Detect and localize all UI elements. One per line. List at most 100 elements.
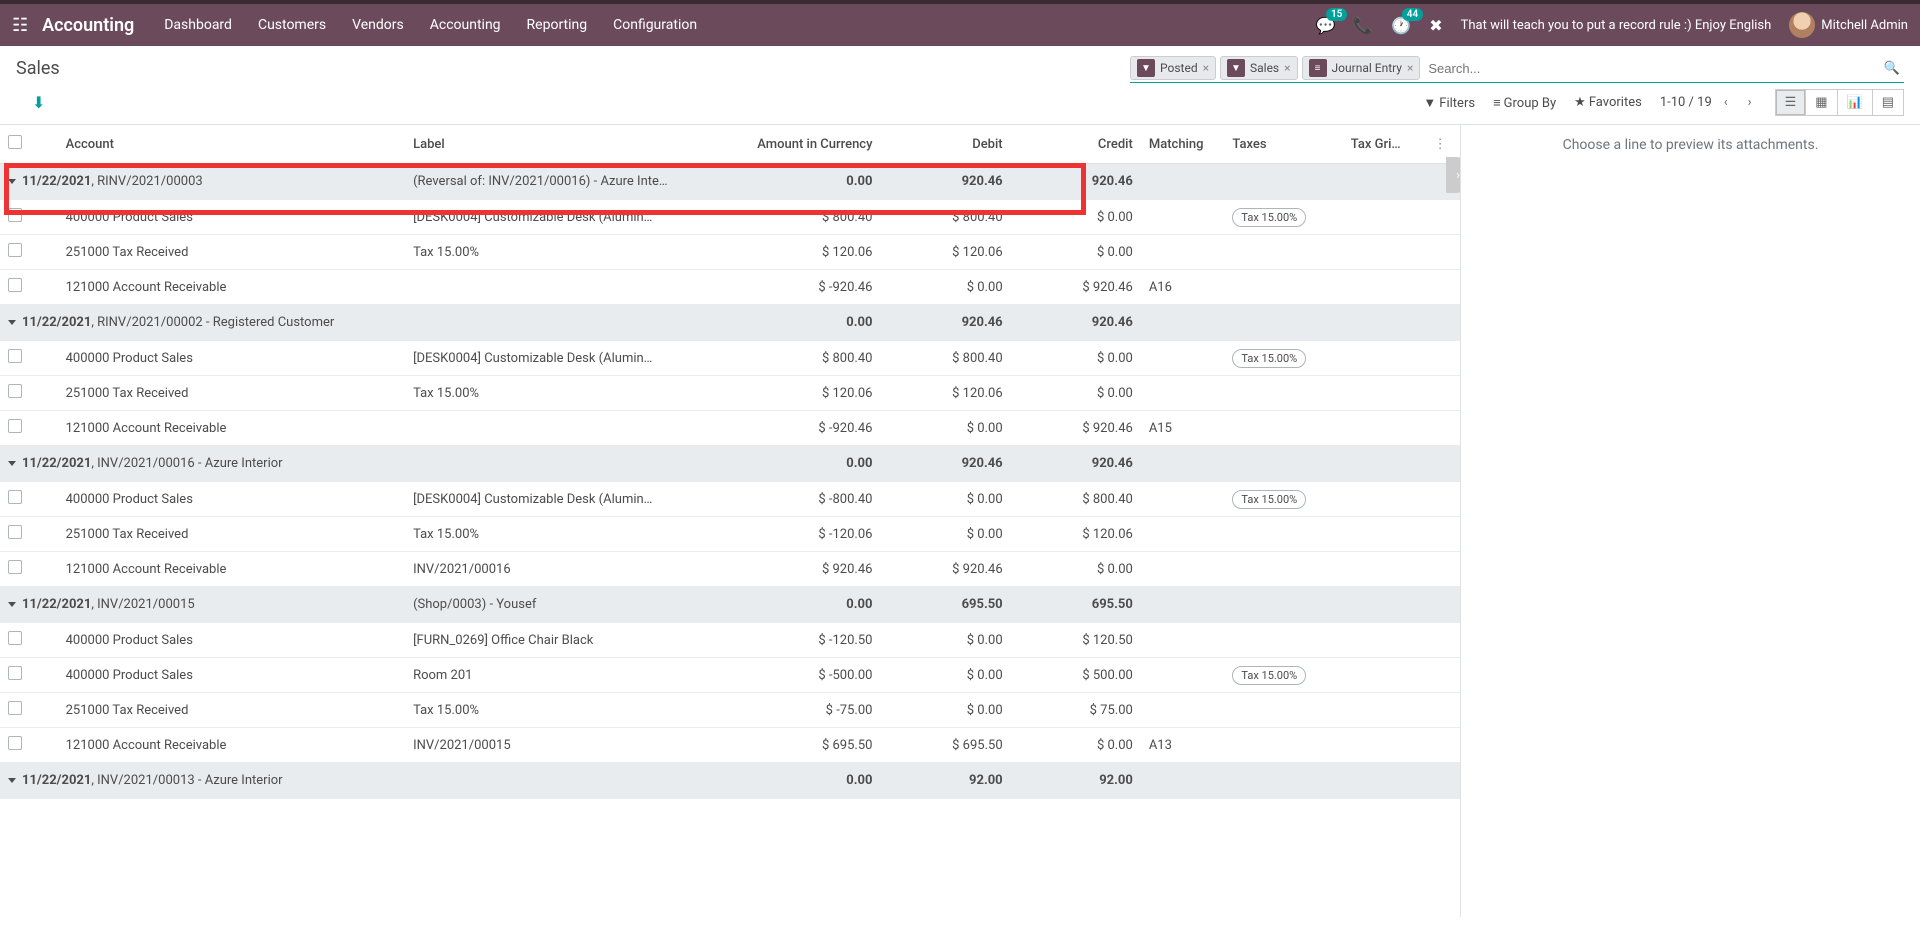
col-taxgrid[interactable]: Tax Gri… (1343, 125, 1426, 164)
col-label[interactable]: Label (405, 125, 725, 164)
search-box[interactable]: ▼Posted× ▼Sales× ≡Journal Entry× 🔍 (1130, 54, 1904, 83)
user-menu[interactable]: Mitchell Admin (1789, 12, 1908, 38)
group-row[interactable]: 11/22/2021, RINV/2021/00002 - Registered… (0, 305, 1460, 341)
chip-remove-icon[interactable]: × (1284, 61, 1290, 75)
filters-button[interactable]: ▼Filters (1423, 95, 1475, 111)
search-input[interactable] (1424, 59, 1879, 78)
col-credit[interactable]: Credit (1011, 125, 1141, 164)
row-checkbox[interactable] (8, 736, 22, 750)
table-row[interactable]: 251000 Tax ReceivedTax 15.00%$ -75.00$ 0… (0, 693, 1460, 728)
row-checkbox[interactable] (8, 208, 22, 222)
table-row[interactable]: 251000 Tax ReceivedTax 15.00%$ 120.06$ 1… (0, 235, 1460, 270)
table-row[interactable]: 400000 Product Sales[FURN_0269] Office C… (0, 623, 1460, 658)
table-row[interactable]: 400000 Product Sales[DESK0004] Customiza… (0, 341, 1460, 376)
cell-account: 400000 Product Sales (58, 341, 405, 376)
cell-tax (1224, 693, 1342, 728)
row-checkbox[interactable] (8, 243, 22, 257)
cell-credit: $ 120.50 (1011, 623, 1141, 658)
nav-accounting[interactable]: Accounting (430, 17, 501, 33)
nav-reporting[interactable]: Reporting (527, 17, 588, 33)
table-row[interactable]: 121000 Account ReceivableINV/2021/00015$… (0, 728, 1460, 763)
cell-credit: $ 0.00 (1011, 728, 1141, 763)
row-checkbox[interactable] (8, 419, 22, 433)
discuss-icon[interactable]: 💬15 (1315, 16, 1335, 35)
view-kanban-icon[interactable]: ▤ (1872, 89, 1904, 116)
tools-icon[interactable]: ✖ (1429, 16, 1442, 35)
row-checkbox[interactable] (8, 278, 22, 292)
row-checkbox[interactable] (8, 384, 22, 398)
search-chip-sales[interactable]: ▼Sales× (1220, 56, 1298, 80)
row-checkbox[interactable] (8, 631, 22, 645)
cell-account: 251000 Tax Received (58, 376, 405, 411)
journal-entries-table: Account Label Amount in Currency Debit C… (0, 125, 1460, 799)
table-row[interactable]: 400000 Product Sales[DESK0004] Customiza… (0, 482, 1460, 517)
attachment-preview-panel: Choose a line to preview its attachments… (1460, 125, 1920, 917)
announcement-text: That will teach you to put a record rule… (1461, 18, 1772, 33)
view-graph-icon[interactable]: 📊 (1837, 89, 1873, 116)
row-checkbox[interactable] (8, 525, 22, 539)
row-checkbox[interactable] (8, 490, 22, 504)
row-checkbox[interactable] (8, 701, 22, 715)
row-checkbox[interactable] (8, 560, 22, 574)
cell-label: Tax 15.00% (405, 693, 725, 728)
nav-configuration[interactable]: Configuration (613, 17, 697, 33)
col-taxes[interactable]: Taxes (1224, 125, 1342, 164)
chip-remove-icon[interactable]: × (1203, 61, 1209, 75)
cell-debit: $ 120.06 (880, 235, 1010, 270)
cell-credit: $ 0.00 (1011, 235, 1141, 270)
table-row[interactable]: 251000 Tax ReceivedTax 15.00%$ -120.06$ … (0, 517, 1460, 552)
cell-matching (1141, 376, 1225, 411)
table-wrap: Account Label Amount in Currency Debit C… (0, 125, 1460, 917)
nav-dashboard[interactable]: Dashboard (164, 17, 232, 33)
pager-next-icon[interactable]: › (1740, 91, 1760, 114)
col-debit[interactable]: Debit (880, 125, 1010, 164)
apps-icon[interactable]: ☷ (12, 15, 28, 36)
side-panel-toggle-icon[interactable]: ›› (1446, 157, 1460, 193)
group-row[interactable]: 11/22/2021, INV/2021/00013 - Azure Inter… (0, 763, 1460, 799)
select-all-checkbox[interactable] (8, 135, 22, 149)
table-row[interactable]: 400000 Product SalesRoom 201$ -500.00$ 0… (0, 658, 1460, 693)
cell-credit: $ 920.46 (1011, 270, 1141, 305)
activities-icon[interactable]: 🕐44 (1391, 16, 1411, 35)
col-amount[interactable]: Amount in Currency (725, 125, 880, 164)
attachment-hint: Choose a line to preview its attachments… (1473, 137, 1908, 153)
groupby-button[interactable]: ≡Group By (1493, 95, 1556, 111)
view-grid-icon[interactable]: ▦ (1805, 89, 1837, 116)
row-checkbox[interactable] (8, 349, 22, 363)
main-area: Account Label Amount in Currency Debit C… (0, 124, 1920, 917)
cell-tax (1224, 552, 1342, 587)
cell-credit: $ 800.40 (1011, 482, 1141, 517)
brand-title[interactable]: Accounting (42, 15, 134, 36)
favorites-button[interactable]: ★Favorites (1574, 95, 1642, 110)
nav-vendors[interactable]: Vendors (352, 17, 404, 33)
cell-credit: $ 500.00 (1011, 658, 1141, 693)
table-row[interactable]: 121000 Account Receivable$ -920.46$ 0.00… (0, 411, 1460, 446)
cell-credit: $ 0.00 (1011, 200, 1141, 235)
row-checkbox[interactable] (8, 666, 22, 680)
nav-customers[interactable]: Customers (258, 17, 326, 33)
caret-down-icon (8, 320, 16, 325)
avatar-icon (1789, 12, 1815, 38)
phone-icon[interactable]: 📞 (1353, 16, 1373, 35)
search-icon[interactable]: 🔍 (1880, 61, 1904, 76)
cell-matching (1141, 552, 1225, 587)
group-row[interactable]: 11/22/2021, INV/2021/00016 - Azure Inter… (0, 446, 1460, 482)
col-account[interactable]: Account (58, 125, 405, 164)
group-row[interactable]: 11/22/2021, INV/2021/00015(Shop/0003) - … (0, 587, 1460, 623)
view-list-icon[interactable]: ☰ (1775, 89, 1807, 116)
cell-debit: $ 920.46 (880, 552, 1010, 587)
export-icon[interactable]: ⬇ (32, 93, 45, 112)
table-row[interactable]: 121000 Account ReceivableINV/2021/00016$… (0, 552, 1460, 587)
search-chip-posted[interactable]: ▼Posted× (1130, 56, 1216, 80)
table-row[interactable]: 121000 Account Receivable$ -920.46$ 0.00… (0, 270, 1460, 305)
cell-amount: $ 120.06 (725, 235, 880, 270)
table-row[interactable]: 251000 Tax ReceivedTax 15.00%$ 120.06$ 1… (0, 376, 1460, 411)
col-matching[interactable]: Matching (1141, 125, 1225, 164)
cell-tax (1224, 517, 1342, 552)
table-row[interactable]: 400000 Product Sales[DESK0004] Customiza… (0, 200, 1460, 235)
pager-text[interactable]: 1-10 / 19 (1660, 95, 1712, 110)
chip-remove-icon[interactable]: × (1407, 61, 1413, 75)
search-chip-journal-entry[interactable]: ≡Journal Entry× (1302, 56, 1421, 80)
group-row[interactable]: 11/22/2021, RINV/2021/00003(Reversal of:… (0, 164, 1460, 200)
pager-prev-icon[interactable]: ‹ (1716, 91, 1736, 114)
